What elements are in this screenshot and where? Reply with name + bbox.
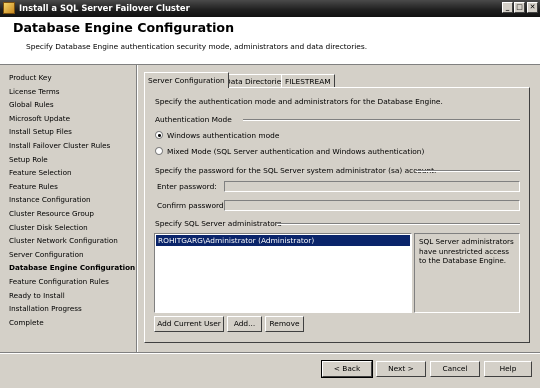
minimize-button[interactable]: _	[502, 2, 513, 13]
tab-data-directories[interactable]: Data Directories	[221, 74, 290, 87]
nav-item-database-engine-configuration[interactable]: Database Engine Configuration	[9, 263, 135, 272]
nav-item-cluster-disk-selection[interactable]: Cluster Disk Selection	[9, 223, 88, 232]
nav-item-cluster-network-configuration[interactable]: Cluster Network Configuration	[9, 236, 118, 245]
auth-mode-group-label: Authentication Mode	[155, 115, 232, 124]
nav-item-instance-configuration[interactable]: Instance Configuration	[9, 195, 91, 204]
cancel-button[interactable]: Cancel	[430, 361, 480, 377]
admins-listbox[interactable]: ROHITGARG\Administrator (Administrator)	[154, 233, 412, 313]
nav-item-cluster-resource-group[interactable]: Cluster Resource Group	[9, 209, 94, 218]
nav-item-installation-progress[interactable]: Installation Progress	[9, 304, 82, 313]
auth-mode-separator	[243, 119, 520, 121]
nav-item-install-setup-files[interactable]: Install Setup Files	[9, 127, 72, 136]
confirm-password-field[interactable]	[224, 200, 520, 211]
close-button[interactable]: ✕	[527, 2, 538, 13]
nav-item-global-rules[interactable]: Global Rules	[9, 100, 54, 109]
tab-server-configuration[interactable]: Server Configuration	[144, 72, 229, 88]
minimize-icon: _	[505, 3, 510, 11]
back-button[interactable]: < Back	[321, 360, 373, 378]
add-button[interactable]: Add...	[227, 316, 262, 332]
next-button[interactable]: Next >	[376, 361, 426, 377]
title-bar: Install a SQL Server Failover Cluster _ …	[0, 0, 540, 17]
nav-item-complete[interactable]: Complete	[9, 318, 44, 327]
sa-password-text: Specify the password for the SQL Server …	[155, 166, 437, 175]
enter-password-field[interactable]	[224, 181, 520, 192]
sa-password-separator	[416, 170, 520, 172]
admins-group-label: Specify SQL Server administrators	[155, 219, 282, 228]
tab-filestream[interactable]: FILESTREAM	[281, 74, 335, 87]
wizard-steps-nav: Product Key License Terms Global Rules Micr…	[0, 65, 135, 352]
nav-item-server-configuration[interactable]: Server Configuration	[9, 250, 84, 259]
close-icon: ✕	[529, 3, 536, 11]
nav-divider	[136, 65, 138, 352]
page-header: Database Engine Configuration Specify Da…	[0, 17, 540, 65]
nav-item-feature-rules[interactable]: Feature Rules	[9, 182, 58, 191]
radio-selected-dot	[158, 134, 161, 137]
setup-icon	[3, 2, 15, 14]
add-current-user-button[interactable]: Add Current User	[154, 316, 224, 332]
nav-item-feature-selection[interactable]: Feature Selection	[9, 168, 72, 177]
confirm-password-label: Confirm password:	[157, 201, 227, 210]
intro-text: Specify the authentication mode and admi…	[155, 97, 443, 106]
nav-item-ready-to-install[interactable]: Ready to Install	[9, 291, 65, 300]
nav-item-product-key[interactable]: Product Key	[9, 73, 52, 82]
nav-item-feature-configuration-rules[interactable]: Feature Configuration Rules	[9, 277, 109, 286]
nav-item-microsoft-update[interactable]: Microsoft Update	[9, 114, 70, 123]
footer-divider	[0, 352, 540, 354]
nav-item-license-terms[interactable]: License Terms	[9, 87, 60, 96]
window-title: Install a SQL Server Failover Cluster	[19, 3, 190, 13]
maximize-button[interactable]: □	[514, 2, 525, 13]
page-title: Database Engine Configuration	[13, 20, 235, 35]
admins-separator	[277, 223, 520, 225]
mixed-mode-label[interactable]: Mixed Mode (SQL Server authentication an…	[167, 147, 424, 156]
admins-info-box: SQL Server administrators have unrestric…	[414, 233, 520, 313]
remove-button[interactable]: Remove	[265, 316, 304, 332]
nav-item-setup-role[interactable]: Setup Role	[9, 155, 48, 164]
mixed-mode-radio[interactable]	[155, 147, 163, 155]
windows-auth-radio[interactable]	[155, 131, 163, 139]
help-button[interactable]: Help	[484, 361, 532, 377]
admin-list-item[interactable]: ROHITGARG\Administrator (Administrator)	[156, 235, 410, 246]
enter-password-label: Enter password:	[157, 182, 217, 191]
nav-item-install-failover-cluster-rules[interactable]: Install Failover Cluster Rules	[9, 141, 110, 150]
page-subtitle: Specify Database Engine authentication s…	[26, 42, 368, 51]
windows-auth-label[interactable]: Windows authentication mode	[167, 131, 279, 140]
maximize-icon: □	[516, 3, 523, 11]
